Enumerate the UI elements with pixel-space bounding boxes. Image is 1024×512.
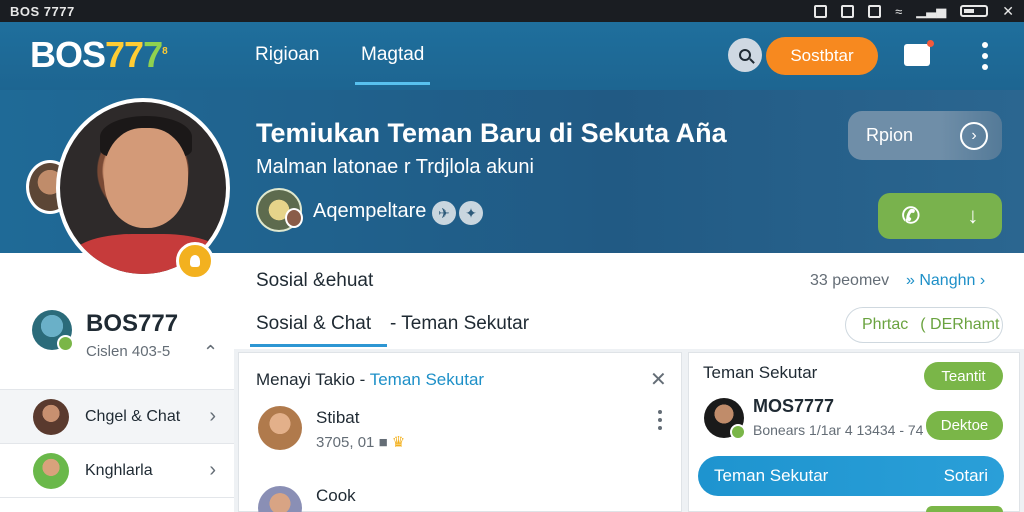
chevron-right-icon: ›	[960, 122, 988, 150]
nav-tab-rigioan[interactable]: Rigioan	[255, 44, 319, 66]
avatar	[33, 452, 69, 489]
group-member-avatar	[285, 208, 303, 228]
battery-icon	[960, 5, 989, 17]
status-title: BOS 7777	[10, 3, 75, 19]
signal-icon: ▁▃▅	[916, 3, 947, 18]
image-icon	[841, 4, 855, 18]
gift-icon: ■	[378, 434, 388, 451]
person-meta: Bonears 1/1ar 4 13434 - 74	[753, 422, 924, 438]
avatar[interactable]	[258, 406, 302, 450]
brand-avatar[interactable]	[32, 310, 74, 352]
chevron-right-icon: ›	[209, 405, 216, 427]
member-count: 33 peomev	[810, 272, 890, 289]
download-icon[interactable]: ↓	[967, 203, 978, 229]
tab-social-chat[interactable]: Sosial & Chat	[249, 313, 388, 347]
filter-option-a[interactable]: Phrtac	[862, 316, 908, 334]
sidebar-item-knghlarla[interactable]: Knghlarla ›	[0, 443, 234, 497]
person-meta: 3705, 01 ■ ♛	[316, 434, 406, 451]
crown-icon: ♛	[391, 434, 406, 451]
chevron-right-icon: ›	[209, 459, 216, 481]
action-pill[interactable]: ✆ ↓	[878, 193, 1002, 239]
brand-name: BOS777	[86, 310, 179, 337]
avatar	[33, 398, 69, 435]
wifi-icon: ≈	[895, 3, 903, 19]
hero-title: Temiukan Teman Baru di Sekuta Aña	[256, 118, 727, 148]
option-button[interactable]: Rpion ›	[848, 111, 1002, 160]
person-name[interactable]: Cook	[316, 486, 356, 506]
hero-subtitle: Malman latonae r Trdjlola akuni	[256, 156, 534, 178]
follow-button[interactable]: Teantit	[924, 362, 1003, 390]
sidebar-item-chat[interactable]: Chgel & Chat ›	[0, 389, 234, 443]
primary-cta-button[interactable]: Sostbtar	[766, 37, 878, 75]
profile-badge-icon[interactable]	[176, 242, 214, 280]
phone-icon[interactable]: ✆	[902, 203, 920, 229]
nav-tab-magtad[interactable]: Magtad	[354, 44, 431, 85]
status-bar: BOS 7777 ≈ ▁▃▅ ✕	[0, 0, 1024, 22]
section-link[interactable]: » Nanghn ›	[906, 272, 985, 290]
section-title: Sosial &ehuat	[256, 270, 374, 291]
top-navigation: BOS7778 Rigioan Magtad Sostbtar	[0, 22, 1024, 90]
plane-icon[interactable]: ✈	[432, 201, 456, 225]
bar-left-label: Teman Sekutar	[714, 466, 829, 485]
sidebar-item-label: Chgel & Chat	[85, 407, 181, 425]
teman-sekutar-bar[interactable]: Teman Sekutar Sotari	[698, 456, 1004, 496]
detail-button[interactable]: Dektoe	[926, 411, 1003, 440]
bar-right-label[interactable]: Sotari	[944, 466, 988, 486]
star-icon[interactable]: ✦	[459, 201, 483, 225]
tab-teman-sekutar[interactable]: - Teman Sekutar	[390, 313, 529, 335]
compose-icon[interactable]	[904, 40, 934, 66]
filter-option-b[interactable]: ( DERhamt	[920, 316, 999, 334]
filter-toggle[interactable]: Phrtac ( DERhamt	[845, 307, 1003, 343]
more-menu-icon[interactable]	[658, 410, 662, 430]
sidebar-item-more[interactable]	[0, 497, 234, 512]
person-name[interactable]: MOS7777	[753, 396, 834, 417]
brand-subtitle: Cislen 403-5	[86, 343, 171, 360]
chevron-up-icon[interactable]: ⌃	[203, 342, 218, 363]
option-label: Rpion	[866, 125, 914, 145]
card-title: Teman Sekutar	[703, 363, 818, 382]
search-button[interactable]	[728, 38, 762, 72]
close-icon[interactable]: ✕	[1002, 3, 1014, 20]
partial-button[interactable]	[926, 506, 1003, 512]
gallery-icon	[868, 4, 882, 18]
hero-meta-text: Aqempeltare	[313, 200, 427, 222]
more-menu-icon[interactable]	[980, 42, 990, 70]
sidebar-item-label: Knghlarla	[85, 461, 153, 479]
search-icon	[739, 49, 751, 61]
notification-icon	[814, 4, 828, 18]
avatar[interactable]	[704, 398, 746, 440]
brand-logo[interactable]: BOS7778	[30, 34, 168, 76]
card-heading: Menayi Takio - Teman Sekutar	[256, 370, 485, 389]
close-icon[interactable]: ✕	[650, 367, 667, 392]
person-name[interactable]: Stibat	[316, 408, 359, 428]
